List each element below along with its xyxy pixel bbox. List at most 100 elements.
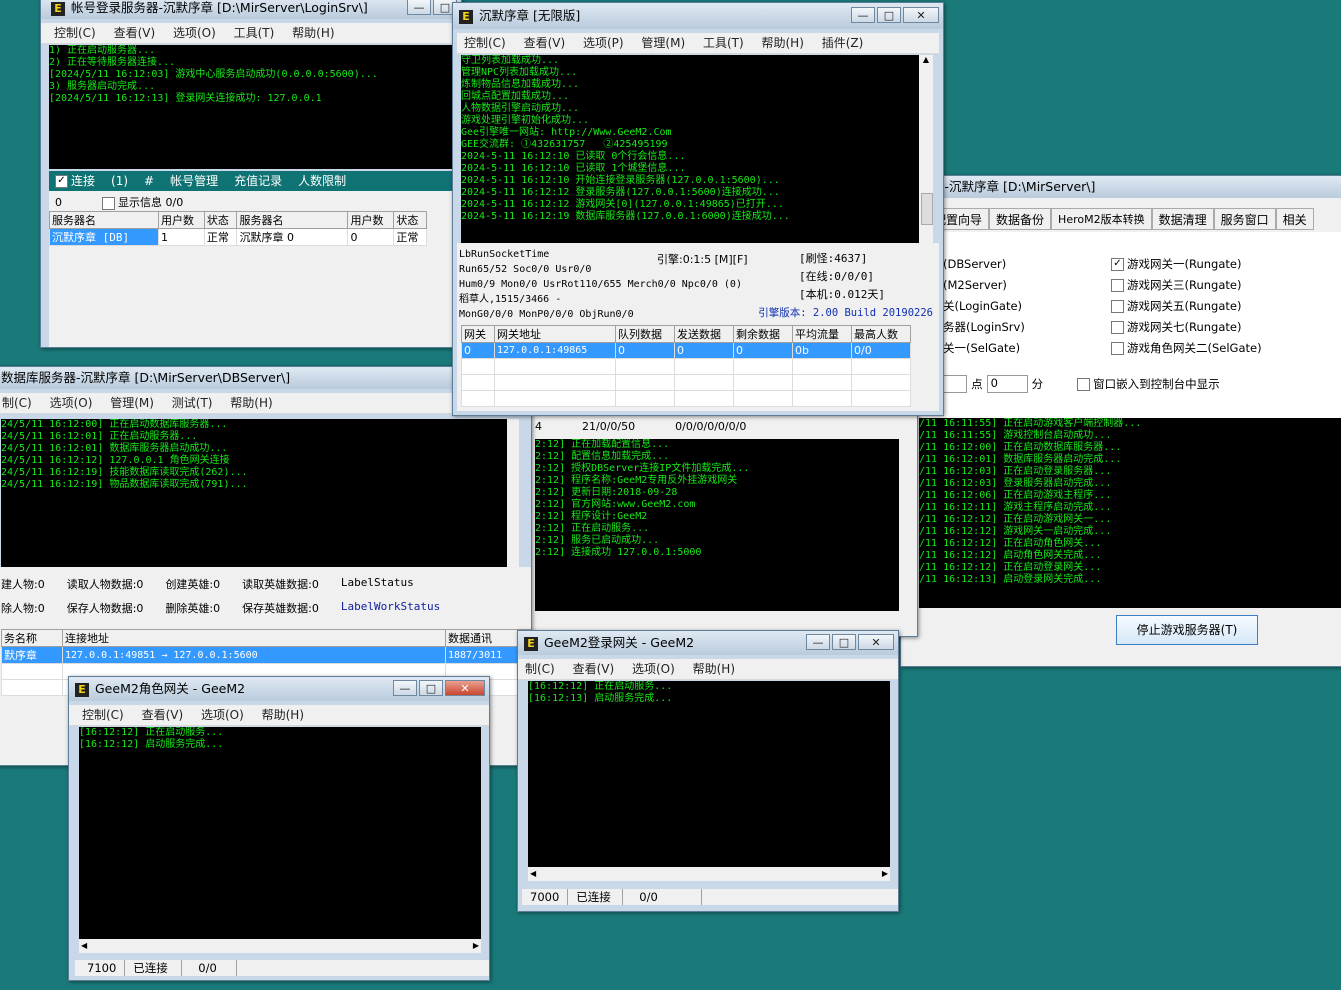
close-button[interactable]: ✕ [903, 7, 939, 23]
menu-1[interactable]: 查看(V) [107, 26, 163, 40]
checkbox-checked[interactable]: ✓ [55, 175, 68, 188]
table-row[interactable]: 沉默序章 [DB] 1 正常 沉默序章 0 0 正常 [49, 228, 427, 246]
tab-3[interactable]: HeroM2版本转换 [1051, 208, 1152, 230]
menu-2[interactable]: 选项(O) [166, 26, 223, 40]
stop-server-button[interactable]: 停止游戏服务器(T) [1116, 615, 1258, 645]
connect-toggle[interactable]: ✓ 连接 [55, 171, 95, 191]
m2-window[interactable]: E 沉默序章 [无限版] — □ ✕ 控制(C) 查看(V) 选项(P) 管理(M… [452, 2, 944, 416]
table-row[interactable]: 0 127.0.0.1:49865 0 0 0 0b 0/0 [461, 342, 911, 359]
console-window[interactable]: 控制台-沉默序章 [D:\MirServer\] 号 配置向导 数据备份 Her… [900, 175, 1341, 667]
col-header[interactable]: 平均流量 [792, 325, 852, 343]
console-titlebar[interactable]: 控制台-沉默序章 [D:\MirServer\] [901, 176, 1341, 198]
checkbox[interactable] [1077, 378, 1091, 391]
scroll-right-icon[interactable]: ▶ [473, 939, 479, 953]
right-item-4[interactable]: 游戏角色网关二(SelGate) [1111, 338, 1262, 359]
rungate-scrollbar[interactable] [899, 439, 911, 611]
tab-4[interactable]: 数据清理 [1151, 208, 1214, 230]
col-header[interactable]: 用户数 [347, 211, 395, 229]
menu-1[interactable]: 查看(V) [566, 662, 622, 676]
menu-2[interactable]: 选项(O) [625, 662, 682, 676]
menu-1[interactable]: 查看(V) [135, 708, 191, 722]
menu-0[interactable]: 制(C) [518, 662, 562, 676]
tab-6[interactable]: 相关 [1275, 208, 1314, 230]
login-server-titlebar[interactable]: E 帐号登录服务器-沉默序章 [D:\MirServer\LoginSrv\] —… [41, 0, 461, 19]
maximize-button[interactable]: □ [877, 7, 901, 23]
menu-4[interactable]: 工具(T) [696, 36, 751, 50]
minimize-button[interactable]: — [806, 634, 830, 650]
menu-0[interactable]: 控制(C) [47, 26, 103, 40]
checkbox[interactable] [1111, 342, 1124, 355]
minimize-button[interactable]: — [851, 7, 875, 23]
col-header[interactable]: 服务器名 [236, 211, 349, 229]
scroll-right-icon[interactable]: ▶ [882, 867, 888, 881]
menu-4[interactable]: 帮助(H) [285, 26, 341, 40]
scroll-thumb[interactable] [921, 193, 933, 225]
col-header[interactable]: 网关地址 [494, 325, 616, 343]
scroll-up-icon[interactable]: ▲ [919, 55, 933, 64]
col-header[interactable]: 网关 [461, 325, 495, 343]
dbserver-scrollbar[interactable] [507, 419, 519, 567]
col-header[interactable]: 队列数据 [615, 325, 675, 343]
scroll-left-icon[interactable]: ◀ [81, 939, 87, 953]
m2-titlebar[interactable]: E 沉默序章 [无限版] — □ ✕ [453, 3, 943, 29]
role-gate-hscrollbar[interactable]: ◀ ▶ [79, 939, 481, 953]
checkbox[interactable] [1111, 279, 1124, 292]
menu-1[interactable]: 查看(V) [517, 36, 573, 50]
menu-1[interactable]: 选项(O) [43, 396, 100, 410]
menu-3[interactable]: 测试(T) [165, 396, 220, 410]
close-button[interactable]: ✕ [858, 634, 894, 650]
embed-option[interactable]: 窗口嵌入到控制台中显示 [1077, 376, 1220, 392]
menu-2[interactable]: 选项(P) [576, 36, 631, 50]
col-header[interactable]: 连接地址 [62, 629, 446, 647]
menu-2[interactable]: 选项(O) [194, 708, 251, 722]
right-item-2[interactable]: 游戏网关五(Rungate) [1111, 296, 1262, 317]
login-gate-window[interactable]: E GeeM2登录网关 - GeeM2 — □ ✕ 制(C) 查看(V) 选项(O… [517, 630, 899, 912]
menu-6[interactable]: 插件(Z) [815, 36, 871, 50]
role-gate-titlebar[interactable]: E GeeM2角色网关 - GeeM2 — □ ✕ [69, 677, 489, 701]
login-server-window[interactable]: E 帐号登录服务器-沉默序章 [D:\MirServer\LoginSrv\] —… [40, 0, 462, 348]
menu-3[interactable]: 管理(M) [634, 36, 692, 50]
close-button[interactable]: ✕ [445, 680, 485, 696]
col-header[interactable]: 剩余数据 [733, 325, 793, 343]
tab-5[interactable]: 服务窗口 [1213, 208, 1276, 230]
menu-3[interactable]: 帮助(H) [686, 662, 742, 676]
minute-spinner[interactable]: 0 [986, 375, 1028, 393]
menu-0[interactable]: 控制(C) [75, 708, 131, 722]
m2-scrollbar[interactable]: ▲ [919, 55, 933, 243]
checkbox[interactable] [1111, 300, 1124, 313]
menu-3[interactable]: 工具(T) [227, 26, 282, 40]
checkbox-checked[interactable]: ✓ [1111, 258, 1124, 271]
login-gate-hscrollbar[interactable]: ◀ ▶ [528, 867, 890, 881]
col-header[interactable]: 服务器名 [49, 211, 159, 229]
menu-0[interactable]: 控制(C) [457, 36, 513, 50]
col-header[interactable]: 最高人数 [851, 325, 911, 343]
minimize-button[interactable]: — [407, 0, 431, 15]
menu-5[interactable]: 帮助(H) [755, 36, 811, 50]
account-mgmt-button[interactable]: 帐号管理 [170, 171, 218, 191]
scroll-left-icon[interactable]: ◀ [530, 867, 536, 881]
tab-2[interactable]: 数据备份 [989, 208, 1052, 230]
minimize-button[interactable]: — [393, 680, 417, 696]
col-header[interactable]: 状态 [203, 211, 238, 229]
rungate-window[interactable]: 4 21/0/0/50 0/0/0/0/0/0/0 2:12] 正在加载配置信息… [528, 400, 918, 637]
menu-0[interactable]: 制(C) [0, 396, 39, 410]
checkbox[interactable] [102, 196, 115, 210]
col-header[interactable]: 用户数 [158, 211, 205, 229]
menu-2[interactable]: 管理(M) [103, 396, 161, 410]
show-info-option[interactable]: 显示信息 0/0 [102, 194, 183, 210]
checkbox[interactable] [1111, 321, 1124, 334]
table-row[interactable]: 默序章 127.0.0.1:49851 → 127.0.0.1:5600 188… [1, 646, 531, 664]
menu-4[interactable]: 帮助(H) [223, 396, 279, 410]
limit-button[interactable]: 人数限制 [298, 171, 346, 191]
col-header[interactable]: 状态 [393, 211, 427, 229]
right-item-0[interactable]: ✓ 游戏网关一(Rungate) [1111, 254, 1262, 275]
menu-3[interactable]: 帮助(H) [255, 708, 311, 722]
maximize-button[interactable]: □ [832, 634, 856, 650]
login-gate-titlebar[interactable]: E GeeM2登录网关 - GeeM2 — □ ✕ [518, 631, 898, 655]
right-item-1[interactable]: 游戏网关三(Rungate) [1111, 275, 1262, 296]
maximize-button[interactable]: □ [419, 680, 443, 696]
role-gate-window[interactable]: E GeeM2角色网关 - GeeM2 — □ ✕ 控制(C) 查看(V) 选项(… [68, 676, 490, 981]
col-header[interactable]: 务名称 [1, 629, 63, 647]
recharge-button[interactable]: 充值记录 [234, 171, 282, 191]
right-item-3[interactable]: 游戏网关七(Rungate) [1111, 317, 1262, 338]
